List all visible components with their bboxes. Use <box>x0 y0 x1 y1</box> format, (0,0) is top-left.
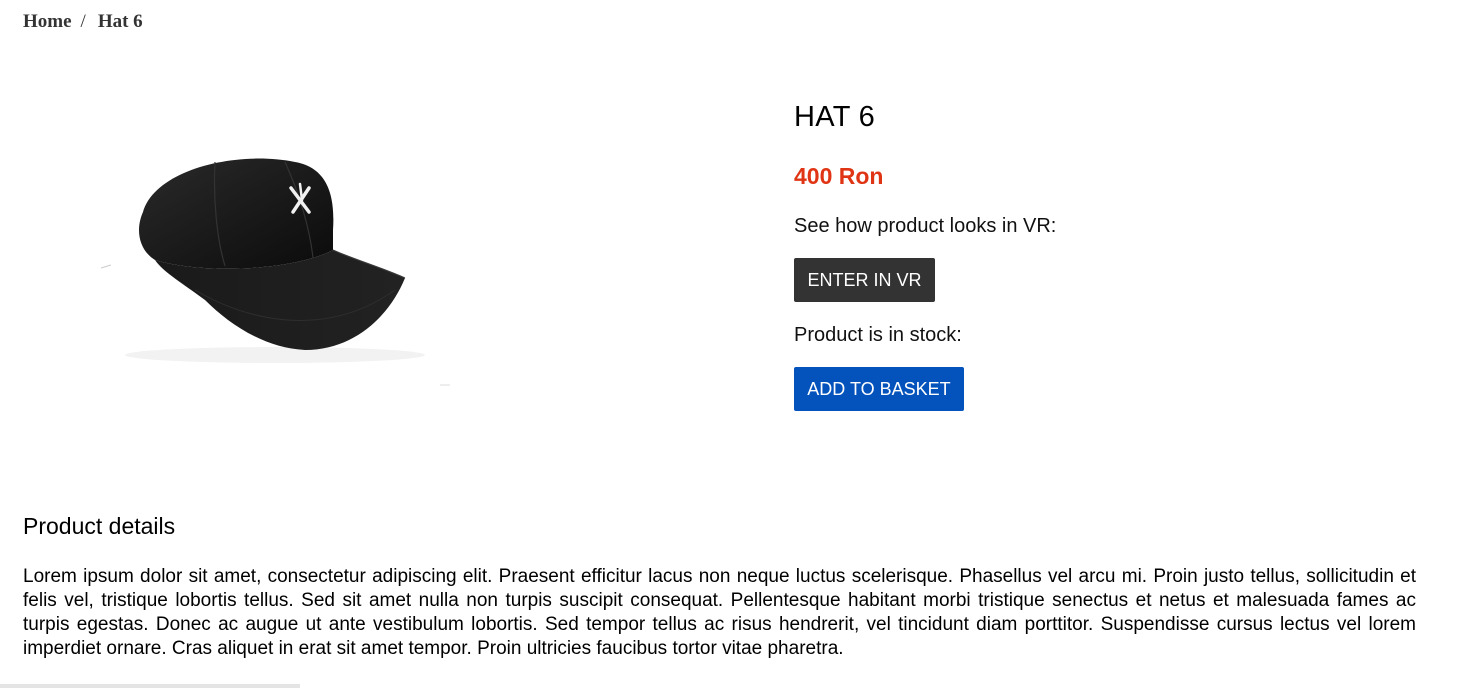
breadcrumb-separator: / <box>80 11 86 32</box>
product-price: 400 Ron <box>794 163 884 189</box>
add-to-basket-button[interactable]: ADD TO BASKET <box>794 367 964 411</box>
breadcrumb: Home / Hat 6 <box>23 11 143 33</box>
horizontal-scrollbar[interactable] <box>0 684 300 688</box>
cap-image-icon <box>100 158 450 386</box>
breadcrumb-current: Hat 6 <box>97 11 143 32</box>
product-image <box>95 150 455 390</box>
breadcrumb-home-link[interactable]: Home <box>23 11 72 33</box>
product-title: HAT 6 <box>794 101 876 133</box>
enter-vr-button[interactable]: ENTER IN VR <box>794 258 935 302</box>
product-details-text: Lorem ipsum dolor sit amet, consectetur … <box>23 566 1416 659</box>
vr-label: See how product looks in VR: <box>794 215 1057 237</box>
product-details-heading: Product details <box>23 513 176 539</box>
stock-status-label: Product is in stock: <box>794 324 962 346</box>
